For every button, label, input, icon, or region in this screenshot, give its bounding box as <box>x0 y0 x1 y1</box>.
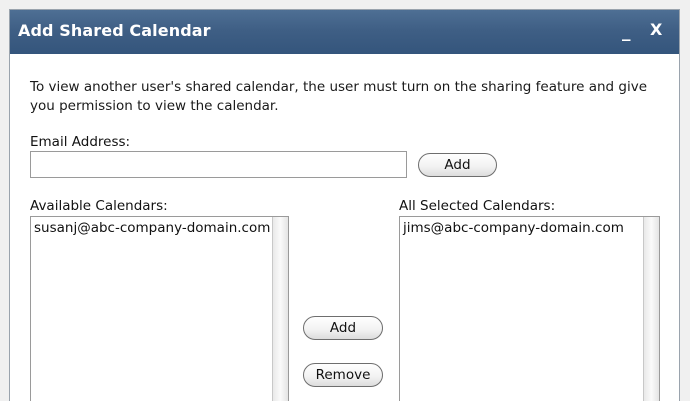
email-address-label: Email Address: <box>30 134 131 150</box>
selected-list-scrollbar[interactable] <box>643 217 659 401</box>
remove-calendar-button[interactable]: Remove <box>303 363 383 387</box>
list-item[interactable]: jims@abc-company-domain.com <box>403 220 624 236</box>
dialog-title: Add Shared Calendar <box>18 21 211 40</box>
available-list-scrollbar[interactable] <box>272 217 288 401</box>
close-icon[interactable]: X <box>650 20 662 40</box>
add-email-button[interactable]: Add <box>418 153 497 177</box>
selected-calendars-list[interactable]: jims@abc-company-domain.com <box>399 216 660 401</box>
email-address-input[interactable] <box>30 151 407 178</box>
selected-calendars-label: All Selected Calendars: <box>399 198 556 214</box>
minimize-icon[interactable]: _ <box>622 22 631 42</box>
available-calendars-list[interactable]: susanj@abc-company-domain.com <box>30 216 289 401</box>
add-shared-calendar-dialog: Add Shared Calendar _ X To view another … <box>9 9 680 401</box>
list-item[interactable]: susanj@abc-company-domain.com <box>34 220 270 236</box>
dialog-titlebar[interactable]: Add Shared Calendar _ X <box>10 10 679 54</box>
available-calendars-label: Available Calendars: <box>30 198 168 214</box>
add-calendar-button[interactable]: Add <box>303 316 383 340</box>
instructions-text: To view another user's shared calendar, … <box>30 79 647 114</box>
